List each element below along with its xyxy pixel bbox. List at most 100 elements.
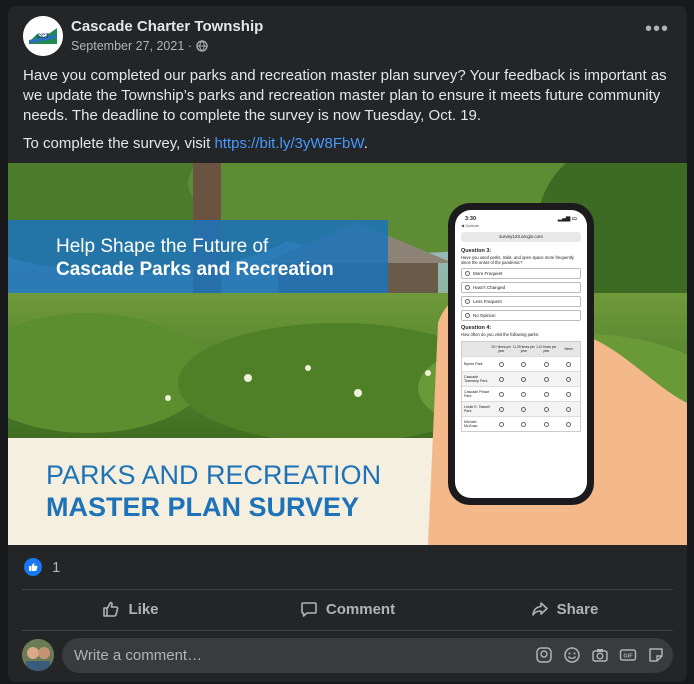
radio-icon[interactable] <box>498 376 504 382</box>
share-label: Share <box>556 600 599 618</box>
comment-icon <box>301 602 317 617</box>
q3-text: Have you used parks, trails, and open sp… <box>461 255 574 265</box>
post-date[interactable]: September 27, 2021 · <box>71 39 192 53</box>
radio-icon <box>465 313 470 318</box>
township-logo: CCT <box>23 16 63 56</box>
page-name[interactable]: Cascade Charter Township <box>71 18 263 35</box>
post-card: CCT Cascade Charter Township September 2… <box>8 6 687 682</box>
radio-icon[interactable] <box>498 391 504 397</box>
avatar-sticker-icon[interactable] <box>535 646 553 664</box>
q4-column-header: Never <box>564 347 573 351</box>
camera-icon[interactable] <box>591 646 609 664</box>
radio-icon[interactable] <box>498 421 504 427</box>
like-label: Like <box>128 600 159 618</box>
q3-option-label: Hasn't Changed <box>473 284 506 290</box>
emoji-icon[interactable] <box>563 646 581 664</box>
radio-icon <box>465 299 470 304</box>
like-button[interactable]: Like <box>22 592 239 626</box>
globe-icon <box>196 40 208 52</box>
radio-icon[interactable] <box>543 421 549 427</box>
q4-row-label: Leslie E. Tassell Park <box>464 405 490 413</box>
q3-title: Question 3: <box>461 248 492 254</box>
q4-column-header: 1-10 times per year <box>536 345 557 353</box>
q4-row-label: Cascade Peace Park <box>464 390 490 398</box>
q4-row: Cascade Peace Park <box>462 386 580 401</box>
hero-title-line-1: PARKS AND RECREATION <box>46 460 382 490</box>
radio-icon[interactable] <box>543 406 549 412</box>
comment-box: GIF <box>62 638 673 673</box>
q4-row-label: Michael McGraw <box>464 420 478 428</box>
q4-row: Leslie E. Tassell Park <box>462 401 580 416</box>
radio-icon[interactable] <box>566 376 572 382</box>
comment-button[interactable]: Comment <box>239 592 456 626</box>
radio-icon[interactable] <box>521 376 527 382</box>
q4-column-header: 11-25 times per year <box>512 345 535 353</box>
q3-option[interactable]: Hasn't Changed <box>461 282 581 293</box>
divider <box>22 630 673 631</box>
phone-back: ◀ Outlook <box>461 223 479 228</box>
hero-title-line-2: MASTER PLAN SURVEY <box>46 492 360 522</box>
share-button[interactable]: Share <box>456 592 673 626</box>
radio-icon[interactable] <box>521 421 527 427</box>
post-meta: September 27, 2021 · <box>71 39 208 53</box>
q3-options: More Frequent Hasn't Changed Less Frequent… <box>461 268 581 321</box>
reactions-summary[interactable]: 1 <box>24 556 60 578</box>
gif-icon[interactable]: GIF <box>619 646 637 664</box>
q4-column-header: 20+ times per year <box>491 345 511 353</box>
radio-icon[interactable] <box>566 361 572 367</box>
radio-icon[interactable] <box>543 391 549 397</box>
comment-tools: GIF <box>535 646 665 664</box>
radio-icon[interactable] <box>566 421 572 427</box>
radio-icon[interactable] <box>543 376 549 382</box>
divider <box>22 589 673 590</box>
svg-text:CCT: CCT <box>37 34 50 40</box>
q3-option-label: More Frequent <box>473 270 503 276</box>
phone-url: survey123.arcgis.com <box>461 232 581 242</box>
radio-icon[interactable] <box>543 361 549 367</box>
radio-icon[interactable] <box>521 361 527 367</box>
radio-icon[interactable] <box>521 406 527 412</box>
radio-icon[interactable] <box>498 406 504 412</box>
post-image[interactable]: Help Shape the Future of Cascade Parks a… <box>8 163 687 545</box>
post-text-suffix: . <box>363 135 368 152</box>
q4-title: Question 4: <box>461 325 492 331</box>
svg-text:GIF: GIF <box>623 654 633 660</box>
banner-line-2: Cascade Parks and Recreation <box>56 259 334 280</box>
share-icon <box>531 602 548 616</box>
survey-link[interactable]: https://bit.ly/3yW8FbW <box>214 135 363 152</box>
q3-option-label: Less Frequent <box>473 298 502 304</box>
banner-line-1: Help Shape the Future of <box>56 236 269 257</box>
reaction-count: 1 <box>52 558 61 576</box>
user-avatar[interactable] <box>22 639 54 671</box>
phone-time: 3:30 <box>465 216 477 222</box>
q4-grid: 20+ times per year 11-25 times per year 1-… <box>461 341 581 432</box>
radio-icon[interactable] <box>498 361 504 367</box>
more-options-icon[interactable]: ••• <box>645 19 669 39</box>
thumbs-up-icon <box>103 601 119 617</box>
radio-icon <box>465 271 470 276</box>
q3-option[interactable]: More Frequent <box>461 268 581 279</box>
post-text: Have you completed our parks and recreat… <box>23 66 683 162</box>
post-header: CCT Cascade Charter Township September 2… <box>8 6 687 66</box>
radio-icon[interactable] <box>566 406 572 412</box>
q3-option[interactable]: Less Frequent <box>461 296 581 307</box>
phone-screen: 3:30 ▂▄▆ ▭ ◀ Outlook survey123.arcgis.co… <box>455 210 587 498</box>
radio-icon <box>465 285 470 290</box>
q4-row-label: Bynee Park <box>464 362 483 366</box>
comment-label: Comment <box>325 600 396 618</box>
q3-option-label: No Opinion <box>473 312 496 318</box>
post-paragraph: Have you completed our parks and recreat… <box>23 67 667 124</box>
radio-icon[interactable] <box>566 391 572 397</box>
q3-option[interactable]: No Opinion <box>461 310 581 321</box>
post-paragraph-link: To complete the survey, visit https://bi… <box>23 134 683 154</box>
page-avatar[interactable]: CCT <box>23 16 63 56</box>
phone: 3:30 ▂▄▆ ▭ ◀ Outlook survey123.arcgis.co… <box>448 203 594 505</box>
radio-icon[interactable] <box>521 391 527 397</box>
q4-text: How often do you visit the following par… <box>461 332 539 337</box>
sticker-icon[interactable] <box>647 646 665 664</box>
q4-row: Michael McGraw <box>462 416 580 431</box>
like-reaction-icon <box>24 558 42 576</box>
q4-row: Cascade Township Park <box>462 371 580 386</box>
q4-row-label: Cascade Township Park <box>464 375 488 383</box>
comment-input[interactable] <box>62 638 522 673</box>
